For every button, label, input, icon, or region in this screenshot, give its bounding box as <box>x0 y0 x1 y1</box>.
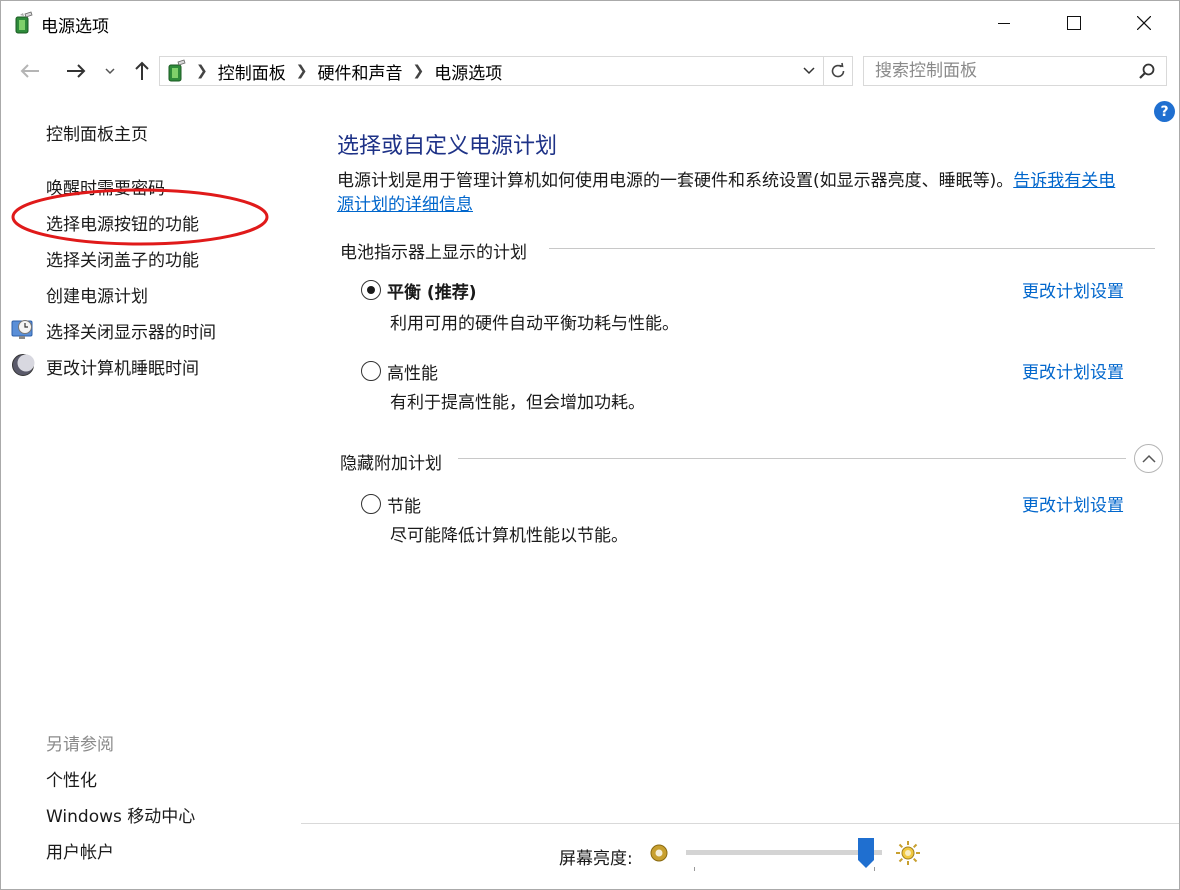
plan-balanced-description: 利用可用的硬件自动平衡功耗与性能。 <box>390 314 679 334</box>
refresh-button[interactable] <box>823 57 852 85</box>
search-box[interactable] <box>863 56 1167 86</box>
brightness-slider-thumb[interactable] <box>858 838 874 868</box>
battery-group-header: 电池指示器上显示的计划 <box>340 238 537 263</box>
maximize-button[interactable] <box>1039 1 1109 45</box>
see-also-personalization[interactable]: 个性化 <box>46 766 97 791</box>
sidebar-item-sleep-time[interactable]: 更改计算机睡眠时间 <box>46 354 199 379</box>
brightness-slider-track[interactable] <box>686 850 882 855</box>
battery-group-divider <box>549 248 1155 249</box>
power-options-app-icon <box>15 11 33 34</box>
breadcrumb: ❯ 控制面板 ❯ 硬件和声音 ❯ 电源选项 <box>164 57 502 85</box>
brightness-label: 屏幕亮度: <box>559 849 633 869</box>
forward-button[interactable] <box>61 57 91 85</box>
plan-balanced-change-settings-link[interactable]: 更改计划设置 <box>1022 277 1124 302</box>
power-options-window: 电源选项 ❯ 控制面板 ❯ 硬件和声音 ❯ 电源选项 搜索控制面板 ? 控制面板… <box>0 0 1180 890</box>
hidden-group-header: 隐藏附加计划 <box>340 449 452 474</box>
page-description: 电源计划是用于管理计算机如何使用电源的一套硬件和系统设置(如显示器亮度、睡眠等)… <box>337 169 1167 217</box>
see-also-user-accounts[interactable]: 用户帐户 <box>46 838 114 863</box>
refresh-icon <box>831 62 845 78</box>
plan-high-performance-name[interactable]: 高性能 <box>387 359 438 384</box>
breadcrumb-control-panel[interactable]: 控制面板 <box>218 59 286 84</box>
plan-high-performance-change-settings-link[interactable]: 更改计划设置 <box>1022 358 1124 383</box>
brightness-slider-fill <box>686 850 874 855</box>
description-text: 电源计划是用于管理计算机如何使用电源的一套硬件和系统设置(如显示器亮度、睡眠等)… <box>337 171 1014 191</box>
search-icon[interactable] <box>1136 61 1158 83</box>
collapse-hidden-plans-button[interactable] <box>1134 444 1163 473</box>
close-icon <box>1137 16 1151 30</box>
red-highlight-circle <box>11 188 269 246</box>
back-button[interactable] <box>15 57 45 85</box>
up-arrow-icon <box>135 61 149 80</box>
title-bar: 电源选项 <box>1 1 1179 45</box>
maximize-icon <box>1067 16 1081 30</box>
help-button[interactable]: ? <box>1154 101 1175 122</box>
recent-locations-button[interactable] <box>101 57 119 85</box>
hidden-group-divider <box>458 458 1126 459</box>
chevron-right-icon: ❯ <box>295 63 308 79</box>
monitor-clock-icon <box>11 320 33 339</box>
learn-more-link-line2: 源计划的详细信息 <box>337 195 473 215</box>
slider-tick <box>694 867 695 871</box>
forward-arrow-icon <box>67 64 86 78</box>
chevron-up-icon <box>1141 454 1156 463</box>
see-also-header: 另请参阅 <box>46 735 114 755</box>
plan-power-saver-change-settings-link[interactable]: 更改计划设置 <box>1022 491 1124 516</box>
moon-icon <box>12 354 35 376</box>
minimize-button[interactable] <box>969 1 1039 45</box>
sidebar-item-lid-close[interactable]: 选择关闭盖子的功能 <box>46 246 199 271</box>
control-panel-icon <box>168 59 186 82</box>
breadcrumb-hardware-sound[interactable]: 硬件和声音 <box>317 59 402 84</box>
chevron-down-icon <box>803 67 815 75</box>
learn-more-link-line1: 告诉我有关电 <box>1013 171 1116 191</box>
plan-balanced-name[interactable]: 平衡 (推荐) <box>387 278 476 303</box>
minimize-icon <box>998 23 1010 24</box>
bottom-divider <box>301 823 1179 824</box>
plan-power-saver-description: 尽可能降低计算机性能以节能。 <box>390 526 628 546</box>
page-title: 选择或自定义电源计划 <box>337 134 558 159</box>
up-button[interactable] <box>129 57 155 85</box>
plan-power-saver-name[interactable]: 节能 <box>387 492 421 517</box>
plan-balanced-radio[interactable] <box>361 280 381 300</box>
plan-high-performance-radio[interactable] <box>361 361 381 381</box>
chevron-right-icon: ❯ <box>412 63 425 79</box>
address-dropdown-button[interactable] <box>798 57 820 85</box>
close-button[interactable] <box>1109 1 1179 45</box>
sidebar-item-display-off-time[interactable]: 选择关闭显示器的时间 <box>46 318 216 343</box>
dim-brightness-icon <box>650 844 668 862</box>
bright-brightness-icon <box>896 841 920 865</box>
plan-power-saver-radio[interactable] <box>361 494 381 514</box>
address-bar[interactable]: ❯ 控制面板 ❯ 硬件和声音 ❯ 电源选项 <box>159 56 853 86</box>
sidebar-item-home[interactable]: 控制面板主页 <box>46 120 148 145</box>
plan-high-performance-description: 有利于提高性能，但会增加功耗。 <box>390 393 645 413</box>
sidebar-item-create-plan[interactable]: 创建电源计划 <box>46 282 148 307</box>
chevron-down-icon <box>105 68 115 75</box>
chevron-right-icon: ❯ <box>196 63 208 79</box>
see-also-mobility-center[interactable]: Windows 移动中心 <box>46 802 195 827</box>
slider-tick <box>874 867 875 871</box>
window-title: 电源选项 <box>41 17 109 37</box>
breadcrumb-power-options[interactable]: 电源选项 <box>434 59 502 84</box>
back-arrow-icon <box>20 64 39 78</box>
search-input[interactable] <box>864 57 1134 85</box>
